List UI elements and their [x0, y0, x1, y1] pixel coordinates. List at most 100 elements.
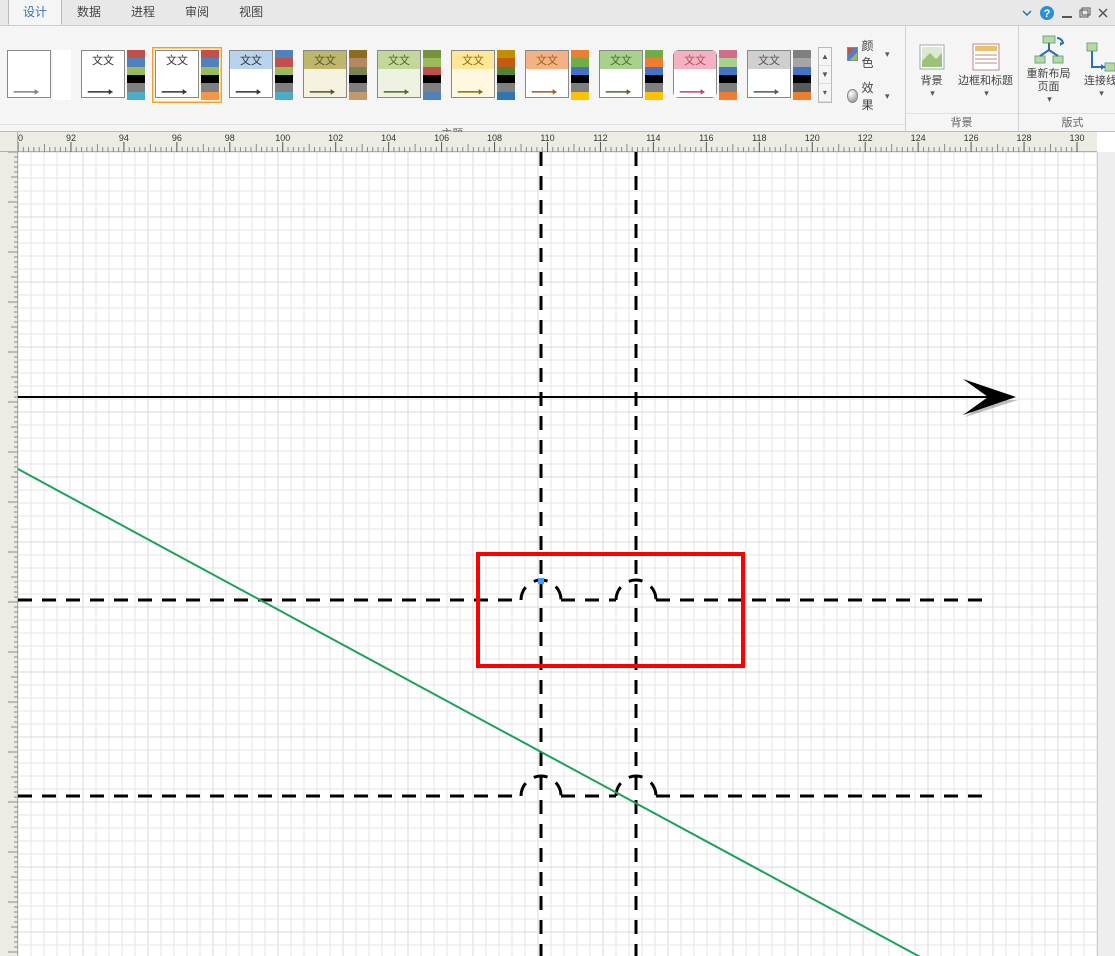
theme-preview-body [674, 69, 716, 97]
close-icon[interactable] [1097, 7, 1109, 19]
swatch [127, 75, 145, 83]
svg-text:?: ? [1044, 8, 1051, 20]
theme-swatches [127, 50, 145, 100]
theme-swatches [571, 50, 589, 100]
svg-text:108: 108 [487, 133, 502, 143]
relayout-button[interactable]: 重新布局页面 ▾ [1021, 32, 1077, 106]
svg-text:102: 102 [328, 133, 343, 143]
swatch [275, 58, 293, 66]
swatch [349, 83, 367, 91]
swatch [719, 83, 737, 91]
theme-white-selected[interactable]: 文文 [152, 47, 222, 103]
ribbon-collapse-icon[interactable] [1021, 7, 1033, 19]
border-title-button[interactable]: 边框和标题 ▾ [956, 39, 1016, 101]
theme-preview-body [600, 69, 642, 97]
minimize-icon[interactable] [1061, 7, 1073, 19]
ribbon-tab-bar: 设计 数据 进程 审阅 视图 ? [0, 0, 1115, 26]
border-title-button-label: 边框和标题 [958, 75, 1013, 87]
restore-icon[interactable] [1079, 7, 1091, 19]
theme-preview-body [526, 69, 568, 97]
selection-handle[interactable] [538, 578, 544, 584]
swatch [201, 67, 219, 75]
connectors-button[interactable]: 连接线 ▾ [1077, 39, 1115, 101]
theme-green[interactable]: 文文 [374, 47, 444, 103]
swatch [423, 50, 441, 58]
theme-orange[interactable]: 文文 [522, 47, 592, 103]
swatch [275, 92, 293, 100]
swatch [793, 92, 811, 100]
swatch [53, 83, 71, 91]
relayout-button-label: 重新布局页面 [1023, 68, 1075, 92]
theme-preview-header: 文文 [230, 51, 272, 69]
theme-swatches [201, 50, 219, 100]
theme-pink-rounded[interactable]: 文文 [670, 47, 740, 103]
annotation-rectangle [478, 554, 743, 666]
swatch [571, 75, 589, 83]
gallery-up-button[interactable]: ▲ [819, 48, 831, 66]
theme-preview-header: 文文 [452, 51, 494, 69]
theme-swatches [53, 50, 71, 100]
swatch [53, 67, 71, 75]
help-icon[interactable]: ? [1039, 5, 1055, 21]
swatch [127, 50, 145, 58]
tab-design[interactable]: 设计 [8, 0, 62, 25]
theme-preview-body [748, 69, 790, 97]
theme-preview: 文文 [303, 50, 347, 98]
tab-review[interactable]: 审阅 [170, 0, 224, 25]
swatch [645, 75, 663, 83]
swatch [127, 67, 145, 75]
swatch [719, 92, 737, 100]
theme-effects-button[interactable]: 效果▾ [842, 76, 895, 116]
swatch [645, 92, 663, 100]
swatch [571, 92, 589, 100]
svg-text:98: 98 [225, 133, 235, 143]
theme-preview [7, 50, 51, 98]
gallery-down-button[interactable]: ▼ [819, 66, 831, 84]
chevron-down-icon: ▾ [885, 91, 890, 102]
theme-white[interactable]: 文文 [78, 47, 148, 103]
theme-swatches [349, 50, 367, 100]
chevron-down-icon: ▾ [1047, 95, 1052, 105]
svg-text:130: 130 [1069, 133, 1084, 143]
canvas-area: 9092949698100102104106108110112114116118… [0, 132, 1115, 956]
swatch [793, 75, 811, 83]
theme-colors-button[interactable]: 颜色▾ [842, 34, 895, 74]
svg-text:114: 114 [646, 133, 660, 143]
chevron-down-icon: ▾ [885, 49, 890, 60]
swatch [423, 83, 441, 91]
theme-gray[interactable]: 文文 [744, 47, 814, 103]
swatch [497, 67, 515, 75]
swatch [571, 58, 589, 66]
theme-gallery: 文文文文文文文文文文文文文文文文文文文文▲▼▾颜色▾效果▾ [0, 26, 905, 124]
svg-text:116: 116 [699, 133, 713, 143]
theme-preview-body [304, 69, 346, 97]
theme-blank[interactable] [4, 47, 74, 103]
ruler-vertical[interactable] [0, 152, 18, 956]
drawing-surface[interactable] [18, 152, 1097, 956]
theme-preview: 文文 [155, 50, 199, 98]
vertical-scrollbar[interactable] [1097, 152, 1115, 956]
theme-olive[interactable]: 文文 [300, 47, 370, 103]
ruler-horizontal[interactable]: 9092949698100102104106108110112114116118… [0, 132, 1097, 152]
theme-lightblue[interactable]: 文文 [226, 47, 296, 103]
tab-process[interactable]: 进程 [116, 0, 170, 25]
swatch [719, 67, 737, 75]
theme-swatches [645, 50, 663, 100]
background-button[interactable]: 背景 ▾ [908, 39, 956, 101]
theme-preview: 文文 [673, 50, 717, 98]
ribbon-group-background: 背景 ▾ 边框和标题 ▾ 背景 [906, 26, 1019, 131]
theme-preview-body [378, 69, 420, 97]
svg-text:110: 110 [540, 133, 554, 143]
theme-yellow[interactable]: 文文 [448, 47, 518, 103]
gallery-more-button[interactable]: ▾ [819, 84, 831, 102]
theme-preview-header: 文文 [82, 51, 124, 69]
tab-data[interactable]: 数据 [62, 0, 116, 25]
swatch [423, 75, 441, 83]
tab-view[interactable]: 视图 [224, 0, 278, 25]
swatch [645, 50, 663, 58]
theme-lime[interactable]: 文文 [596, 47, 666, 103]
swatch [719, 58, 737, 66]
swatch [275, 75, 293, 83]
theme-preview: 文文 [747, 50, 791, 98]
swatch [53, 50, 71, 58]
